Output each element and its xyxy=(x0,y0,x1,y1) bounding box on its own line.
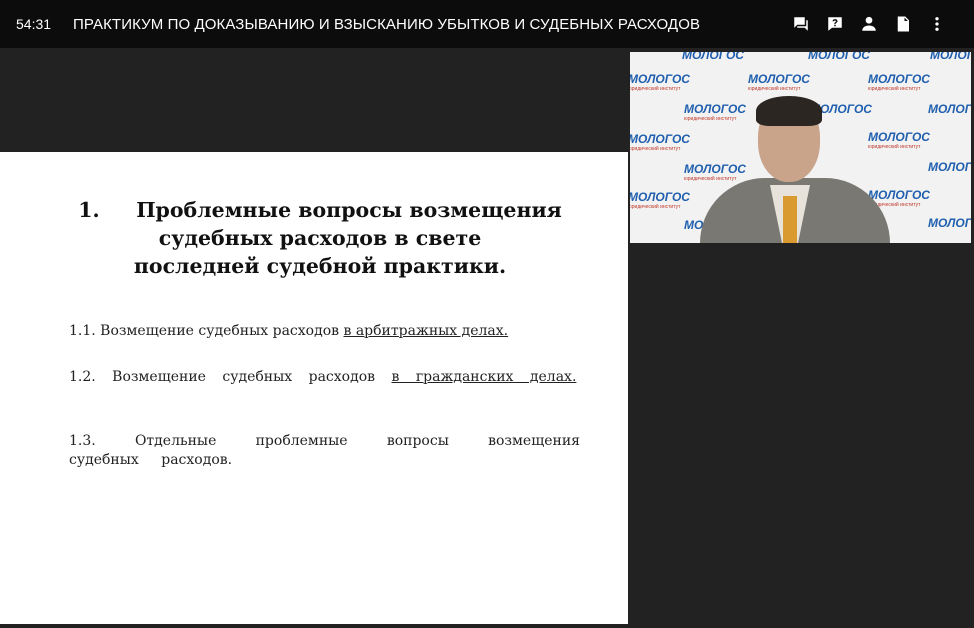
watermark-logo: МОЛОГОС xyxy=(930,52,971,62)
watermark-logo: МОЛОГОС юридический институт xyxy=(868,130,930,150)
watermark-logo: МОЛОГОС юридический институт xyxy=(684,102,746,122)
presentation-slide: 1. Проблемные вопросы возмещения судебных… xyxy=(0,152,628,624)
watermark-logo: МОЛОГОС юридический институт xyxy=(630,190,690,210)
slide-item-2: 1.2. Возмещение судебных расходов в граж… xyxy=(69,368,580,387)
top-bar: 54:31 ПРАКТИКУМ ПО ДОКАЗЫВАНИЮ И ВЗЫСКАН… xyxy=(0,0,974,48)
slide-item-1: 1.1. Возмещение судебных расходов в арби… xyxy=(69,322,580,341)
person-icon[interactable] xyxy=(852,0,886,48)
watermark-logo: МОЛОГОС юридический институт xyxy=(630,132,690,152)
watermark-logo: МОЛОГОС юридический институт xyxy=(748,72,810,92)
toolbar-icons xyxy=(784,0,954,48)
question-icon[interactable] xyxy=(818,0,852,48)
slide-heading: 1. Проблемные вопросы возмещения судебных… xyxy=(60,196,580,280)
watermark-logo: МОЛОГОС xyxy=(928,102,971,116)
heading-line-1: Проблемные вопросы возмещения xyxy=(136,198,562,222)
watermark-logo: МОЛОГОС xyxy=(928,160,971,174)
watermark-logo: МОЛОГОС юридический институт xyxy=(684,162,746,182)
heading-number: 1. xyxy=(78,198,100,222)
speaker-tie xyxy=(783,196,797,243)
watermark-logo: МОЛОГОС юридический институт xyxy=(868,72,930,92)
item-1-underlined: в арбитражных делах. xyxy=(343,323,509,339)
more-vert-icon[interactable] xyxy=(920,0,954,48)
document-icon[interactable] xyxy=(886,0,920,48)
item-2-text: 1.2. Возмещение судебных расходов xyxy=(69,369,376,385)
watermark-logo: МОЛОГОС xyxy=(928,216,971,230)
elapsed-time: 54:31 xyxy=(16,16,52,32)
item-2-underlined: в гражданских делах. xyxy=(391,369,577,385)
heading-line-rest: судебных расходов в свете последней суде… xyxy=(133,226,507,278)
watermark-logo: МОЛОГОС xyxy=(808,52,870,62)
slide-item-3: 1.3. Отдельные проблемные вопросы возмещ… xyxy=(69,432,580,470)
webinar-title: ПРАКТИКУМ ПО ДОКАЗЫВАНИЮ И ВЗЫСКАНИЮ УБЫ… xyxy=(73,15,701,33)
speaker-hair xyxy=(756,96,822,126)
watermark-logo: МОЛОГОС xyxy=(682,52,744,62)
watermark-logo: МОЛОГОС юридический институт xyxy=(630,72,690,92)
item-1-text: 1.1. Возмещение судебных расходов xyxy=(69,323,340,339)
chat-icon[interactable] xyxy=(784,0,818,48)
item-3-text: 1.3. Отдельные проблемные вопросы возмещ… xyxy=(69,433,580,468)
